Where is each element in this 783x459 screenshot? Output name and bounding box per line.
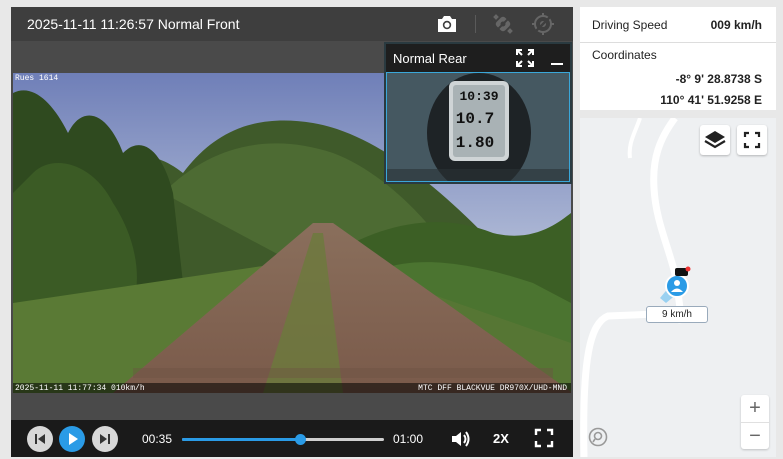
- overlay-device: MTC DFF BLACKVUE DR970X/UHD-MND: [418, 384, 567, 393]
- rear-camera-frame: 10:39 10.7 1.80: [386, 72, 570, 182]
- video-header: 2025-11-11 11:26:57 Normal Front: [11, 7, 573, 41]
- speed-label: Driving Speed: [592, 18, 668, 32]
- rear-camera-pip[interactable]: Normal Rear 10:39 10.7 1.80: [384, 42, 572, 184]
- expand-icon[interactable]: [516, 49, 534, 67]
- longitude-value: 110° 41' 51.9258 E: [660, 93, 762, 107]
- overlay-timestamp: 2025-11-11 11:77:34 010km/h: [15, 384, 145, 393]
- prev-button[interactable]: [27, 426, 53, 452]
- pip-title: Normal Rear: [393, 51, 467, 66]
- map-fullscreen-icon: [743, 131, 761, 149]
- satellite-icon[interactable]: [491, 12, 515, 36]
- zoom-controls: + −: [741, 395, 769, 449]
- latitude-value: -8° 9' 28.8738 S: [675, 72, 762, 86]
- video-player: 2025-11-11 11:26:57 Normal Front Rues 16…: [11, 7, 573, 457]
- current-time: 00:35: [142, 432, 173, 446]
- minimize-icon[interactable]: [550, 49, 564, 67]
- app-root: 2025-11-11 11:26:57 Normal Front Rues 16…: [0, 0, 783, 459]
- header-divider: [475, 15, 476, 33]
- next-button[interactable]: [92, 426, 118, 452]
- speed-value: 009 km/h: [710, 18, 762, 32]
- map-logo-icon: [588, 427, 608, 447]
- overlay-top-text: Rues 1614: [15, 74, 59, 83]
- map-fullscreen-button[interactable]: [737, 125, 767, 155]
- zoom-out-button[interactable]: −: [741, 422, 769, 449]
- coordinates-label: Coordinates: [592, 48, 657, 62]
- zoom-in-button[interactable]: +: [741, 395, 769, 422]
- map-speed-tag: 9 km/h: [646, 306, 708, 323]
- gauge-distance: 1.80: [456, 134, 494, 152]
- camera-icon[interactable]: [435, 12, 459, 36]
- playback-speed[interactable]: 2X: [493, 431, 509, 446]
- pip-header: Normal Rear: [386, 44, 570, 72]
- seek-bar[interactable]: [182, 434, 384, 445]
- speed-row: Driving Speed 009 km/h: [580, 7, 776, 43]
- playback-controls: 00:35 01:00 2X: [11, 420, 573, 457]
- rear-camera-image: 10:39 10.7 1.80: [387, 73, 569, 181]
- play-button[interactable]: [59, 426, 85, 452]
- map-layers-button[interactable]: [700, 125, 730, 155]
- video-title: 2025-11-11 11:26:57 Normal Front: [27, 16, 240, 32]
- prev-icon: [35, 434, 45, 444]
- volume-icon[interactable]: [449, 428, 471, 450]
- overlay-bottom-bar: 2025-11-11 11:77:34 010km/h MTC DFF BLAC…: [13, 383, 571, 393]
- map-panel[interactable]: 9 km/h + −: [580, 118, 776, 457]
- seek-thumb[interactable]: [295, 434, 307, 445]
- fullscreen-icon[interactable]: [534, 428, 554, 448]
- info-panel: Driving Speed 009 km/h Coordinates -8° 9…: [580, 7, 776, 110]
- gauge-speed: 10.7: [456, 110, 494, 128]
- layers-icon: [704, 131, 726, 149]
- play-icon: [69, 433, 78, 445]
- seek-progress: [182, 438, 301, 441]
- end-time: 01:00: [393, 432, 424, 446]
- next-icon: [100, 434, 110, 444]
- gauge-time: 10:39: [459, 89, 498, 104]
- gps-icon[interactable]: [531, 12, 555, 36]
